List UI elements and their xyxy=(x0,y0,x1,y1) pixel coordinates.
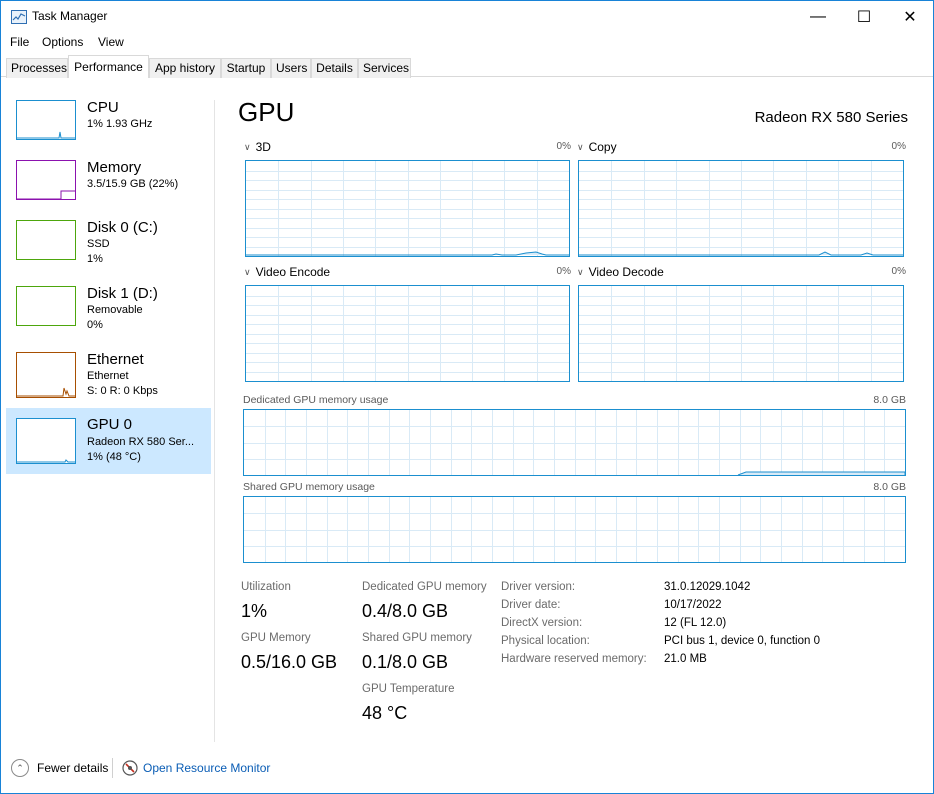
graph-copy-label: Copy xyxy=(588,140,617,154)
graph-video-decode-label: Video Decode xyxy=(588,265,664,279)
gpu-memory-label: GPU Memory xyxy=(241,632,311,644)
graph-3d-selector[interactable]: ∨ 3D xyxy=(244,140,271,154)
minimize-icon: — xyxy=(810,7,826,25)
tab-app-history[interactable]: App history xyxy=(149,58,221,78)
graph-copy-percent: 0% xyxy=(891,141,906,152)
page-title: GPU xyxy=(238,97,295,127)
title-bar[interactable]: Task Manager — ☐ ✕ xyxy=(1,1,933,32)
info-value-driver-version: 31.0.12029.1042 xyxy=(664,581,751,593)
gpu-memory-value: 0.5/16.0 GB xyxy=(241,652,338,672)
gpu-temperature-value: 48 °C xyxy=(362,703,408,723)
close-button[interactable]: ✕ xyxy=(887,1,933,32)
window-title: Task Manager xyxy=(32,9,108,23)
shared-memory-graph-max: 8.0 GB xyxy=(873,481,906,493)
info-value-driver-date: 10/17/2022 xyxy=(664,599,722,611)
tab-startup[interactable]: Startup xyxy=(221,58,271,78)
chevron-down-icon: ∨ xyxy=(244,142,251,152)
info-label-driver-version: Driver version: xyxy=(501,581,576,593)
info-label-driver-date: Driver date: xyxy=(501,599,561,611)
utilization-label: Utilization xyxy=(241,581,291,593)
dedicated-gpu-memory-value: 0.4/8.0 GB xyxy=(362,601,449,621)
graph-3d-percent: 0% xyxy=(556,141,571,152)
fewer-details-button[interactable]: ⌃ Fewer details xyxy=(11,759,108,777)
performance-content: CPU 1% 1.93 GHz Memory 3.5/15.9 GB (22%)… xyxy=(1,78,933,748)
info-value-physical-location: PCI bus 1, device 0, function 0 xyxy=(664,635,820,647)
graph-video-encode-grid xyxy=(246,286,569,381)
gpu-temperature-label: GPU Temperature xyxy=(362,683,455,695)
graph-video-decode xyxy=(578,285,904,382)
maximize-button[interactable]: ☐ xyxy=(841,1,887,32)
task-manager-app-icon xyxy=(11,10,27,24)
graph-copy xyxy=(578,160,904,257)
chevron-down-icon: ∨ xyxy=(244,267,251,277)
maximize-icon: ☐ xyxy=(856,8,872,26)
graph-video-encode-label: Video Encode xyxy=(255,265,331,279)
shared-gpu-memory-label: Shared GPU memory xyxy=(362,632,472,644)
menu-options[interactable]: Options xyxy=(42,35,83,49)
close-icon: ✕ xyxy=(903,8,917,26)
graph-video-encode-selector[interactable]: ∨ Video Encode xyxy=(244,265,330,279)
fewer-details-label: Fewer details xyxy=(37,761,109,775)
shared-memory-graph-label: Shared GPU memory usage xyxy=(243,481,375,493)
shared-memory-grid xyxy=(244,497,905,562)
resource-monitor-icon xyxy=(122,760,138,776)
utilization-value: 1% xyxy=(241,601,268,621)
graph-3d-grid xyxy=(246,161,569,256)
graph-copy-grid xyxy=(579,161,903,256)
tab-performance[interactable]: Performance xyxy=(68,55,149,78)
chevron-down-icon: ∨ xyxy=(577,142,584,152)
open-resource-monitor-link[interactable]: Open Resource Monitor xyxy=(143,761,270,775)
info-label-directx-version: DirectX version: xyxy=(501,617,583,629)
tab-processes[interactable]: Processes xyxy=(6,58,68,78)
dedicated-memory-grid xyxy=(244,410,905,475)
tab-users[interactable]: Users xyxy=(271,58,311,78)
dedicated-memory-graph-max: 8.0 GB xyxy=(873,394,906,406)
graph-video-decode-percent: 0% xyxy=(891,266,906,277)
task-manager-window: Task Manager — ☐ ✕ File Options View Pro… xyxy=(0,0,934,794)
graph-video-decode-grid xyxy=(579,286,903,381)
dedicated-memory-graph-label: Dedicated GPU memory usage xyxy=(243,394,389,406)
shared-gpu-memory-value: 0.1/8.0 GB xyxy=(362,652,449,672)
footer-bar: ⌃ Fewer details Open Resource Monitor xyxy=(1,748,933,793)
dedicated-gpu-memory-label: Dedicated GPU memory xyxy=(362,581,487,593)
info-value-directx-version: 12 (FL 12.0) xyxy=(664,617,727,629)
minimize-button[interactable]: — xyxy=(795,1,841,32)
dedicated-memory-graph xyxy=(243,409,906,476)
graph-3d-label: 3D xyxy=(255,140,271,154)
graph-video-encode xyxy=(245,285,570,382)
chevron-up-icon: ⌃ xyxy=(11,759,29,777)
menu-view[interactable]: View xyxy=(98,35,124,49)
graph-copy-selector[interactable]: ∨ Copy xyxy=(577,140,617,154)
graph-3d xyxy=(245,160,570,257)
shared-memory-graph xyxy=(243,496,906,563)
info-label-physical-location: Physical location: xyxy=(501,635,590,647)
footer-separator xyxy=(112,758,113,778)
tab-details[interactable]: Details xyxy=(311,58,358,78)
info-label-hardware-reserved-memory: Hardware reserved memory: xyxy=(501,653,647,665)
info-value-hardware-reserved-memory: 21.0 MB xyxy=(664,653,707,665)
tab-strip: Processes Performance App history Startu… xyxy=(1,54,933,78)
graph-video-decode-selector[interactable]: ∨ Video Decode xyxy=(577,265,664,279)
tab-services[interactable]: Services xyxy=(358,58,411,78)
graph-video-encode-percent: 0% xyxy=(556,266,571,277)
gpu-model-name: Radeon RX 580 Series xyxy=(754,109,908,126)
chevron-down-icon: ∨ xyxy=(577,267,584,277)
menu-file[interactable]: File xyxy=(10,35,29,49)
gpu-detail-panel: GPU Radeon RX 580 Series ∨ 3D 0% ∨ Copy 0%… xyxy=(1,78,933,748)
